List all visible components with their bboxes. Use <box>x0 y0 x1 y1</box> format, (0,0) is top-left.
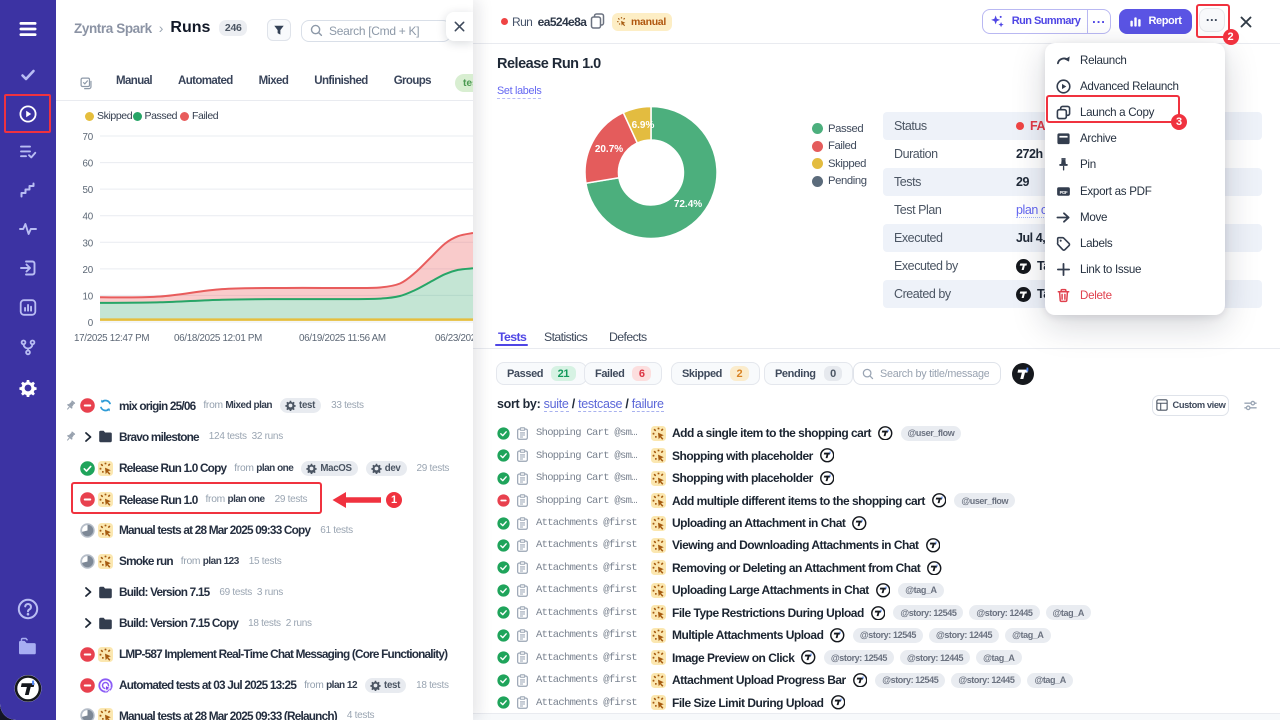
svg-text:20: 20 <box>83 265 94 276</box>
svg-text:72.4%: 72.4% <box>674 199 702 210</box>
svg-text:10: 10 <box>83 291 94 302</box>
svg-text:20.7%: 20.7% <box>595 144 623 155</box>
svg-text:06/19/2025 11:56 AM: 06/19/2025 11:56 AM <box>299 333 386 344</box>
svg-text:60: 60 <box>83 159 94 170</box>
svg-text:0: 0 <box>88 318 94 329</box>
svg-text:30: 30 <box>83 238 94 249</box>
svg-text:06/18/2025 12:01 PM: 06/18/2025 12:01 PM <box>174 333 262 344</box>
svg-text:70: 70 <box>83 132 94 143</box>
svg-text:6.9%: 6.9% <box>632 120 655 131</box>
svg-text:06/23/202: 06/23/202 <box>435 333 473 344</box>
svg-text:50: 50 <box>83 185 94 196</box>
svg-text:40: 40 <box>83 212 94 223</box>
svg-text:PDF: PDF <box>1060 189 1068 194</box>
svg-text:17/2025 12:47 PM: 17/2025 12:47 PM <box>74 333 149 344</box>
